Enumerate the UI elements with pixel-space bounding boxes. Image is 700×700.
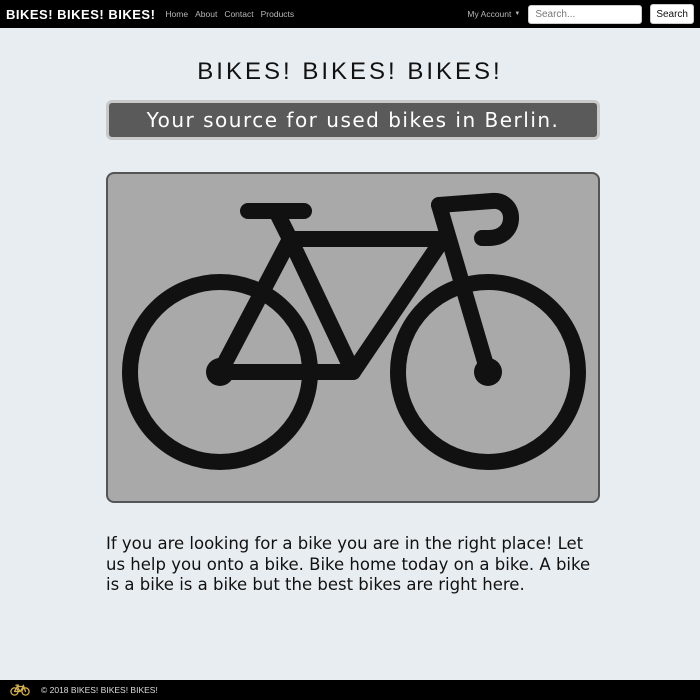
tagline-banner: Your source for used bikes in Berlin. [106, 100, 600, 140]
footer: © 2018 BIKES! BIKES! BIKES! [0, 680, 700, 700]
account-label: My Account [467, 9, 512, 19]
nav-links: Home About Contact Products [165, 9, 294, 19]
nav-right: My Account ▼ Search [467, 4, 694, 24]
search-button[interactable]: Search [650, 4, 694, 24]
nav-link-contact[interactable]: Contact [224, 9, 253, 19]
page-title: BIKES! BIKES! BIKES! [197, 58, 503, 85]
description-text: If you are looking for a bike you are in… [106, 534, 591, 594]
bicycle-icon [122, 193, 586, 470]
navbar: BIKES! BIKES! BIKES! Home About Contact … [0, 0, 700, 28]
brand-link[interactable]: BIKES! BIKES! BIKES! [6, 7, 155, 22]
nav-link-products[interactable]: Products [261, 9, 295, 19]
hero-image [106, 172, 600, 503]
account-dropdown[interactable]: My Account ▼ [467, 9, 520, 19]
bicycle-icon [10, 684, 30, 696]
nav-link-home[interactable]: Home [165, 9, 188, 19]
nav-link-about[interactable]: About [195, 9, 217, 19]
footer-copyright: © 2018 BIKES! BIKES! BIKES! [41, 685, 158, 695]
search-input[interactable] [528, 4, 643, 24]
caret-down-icon: ▼ [514, 11, 521, 17]
